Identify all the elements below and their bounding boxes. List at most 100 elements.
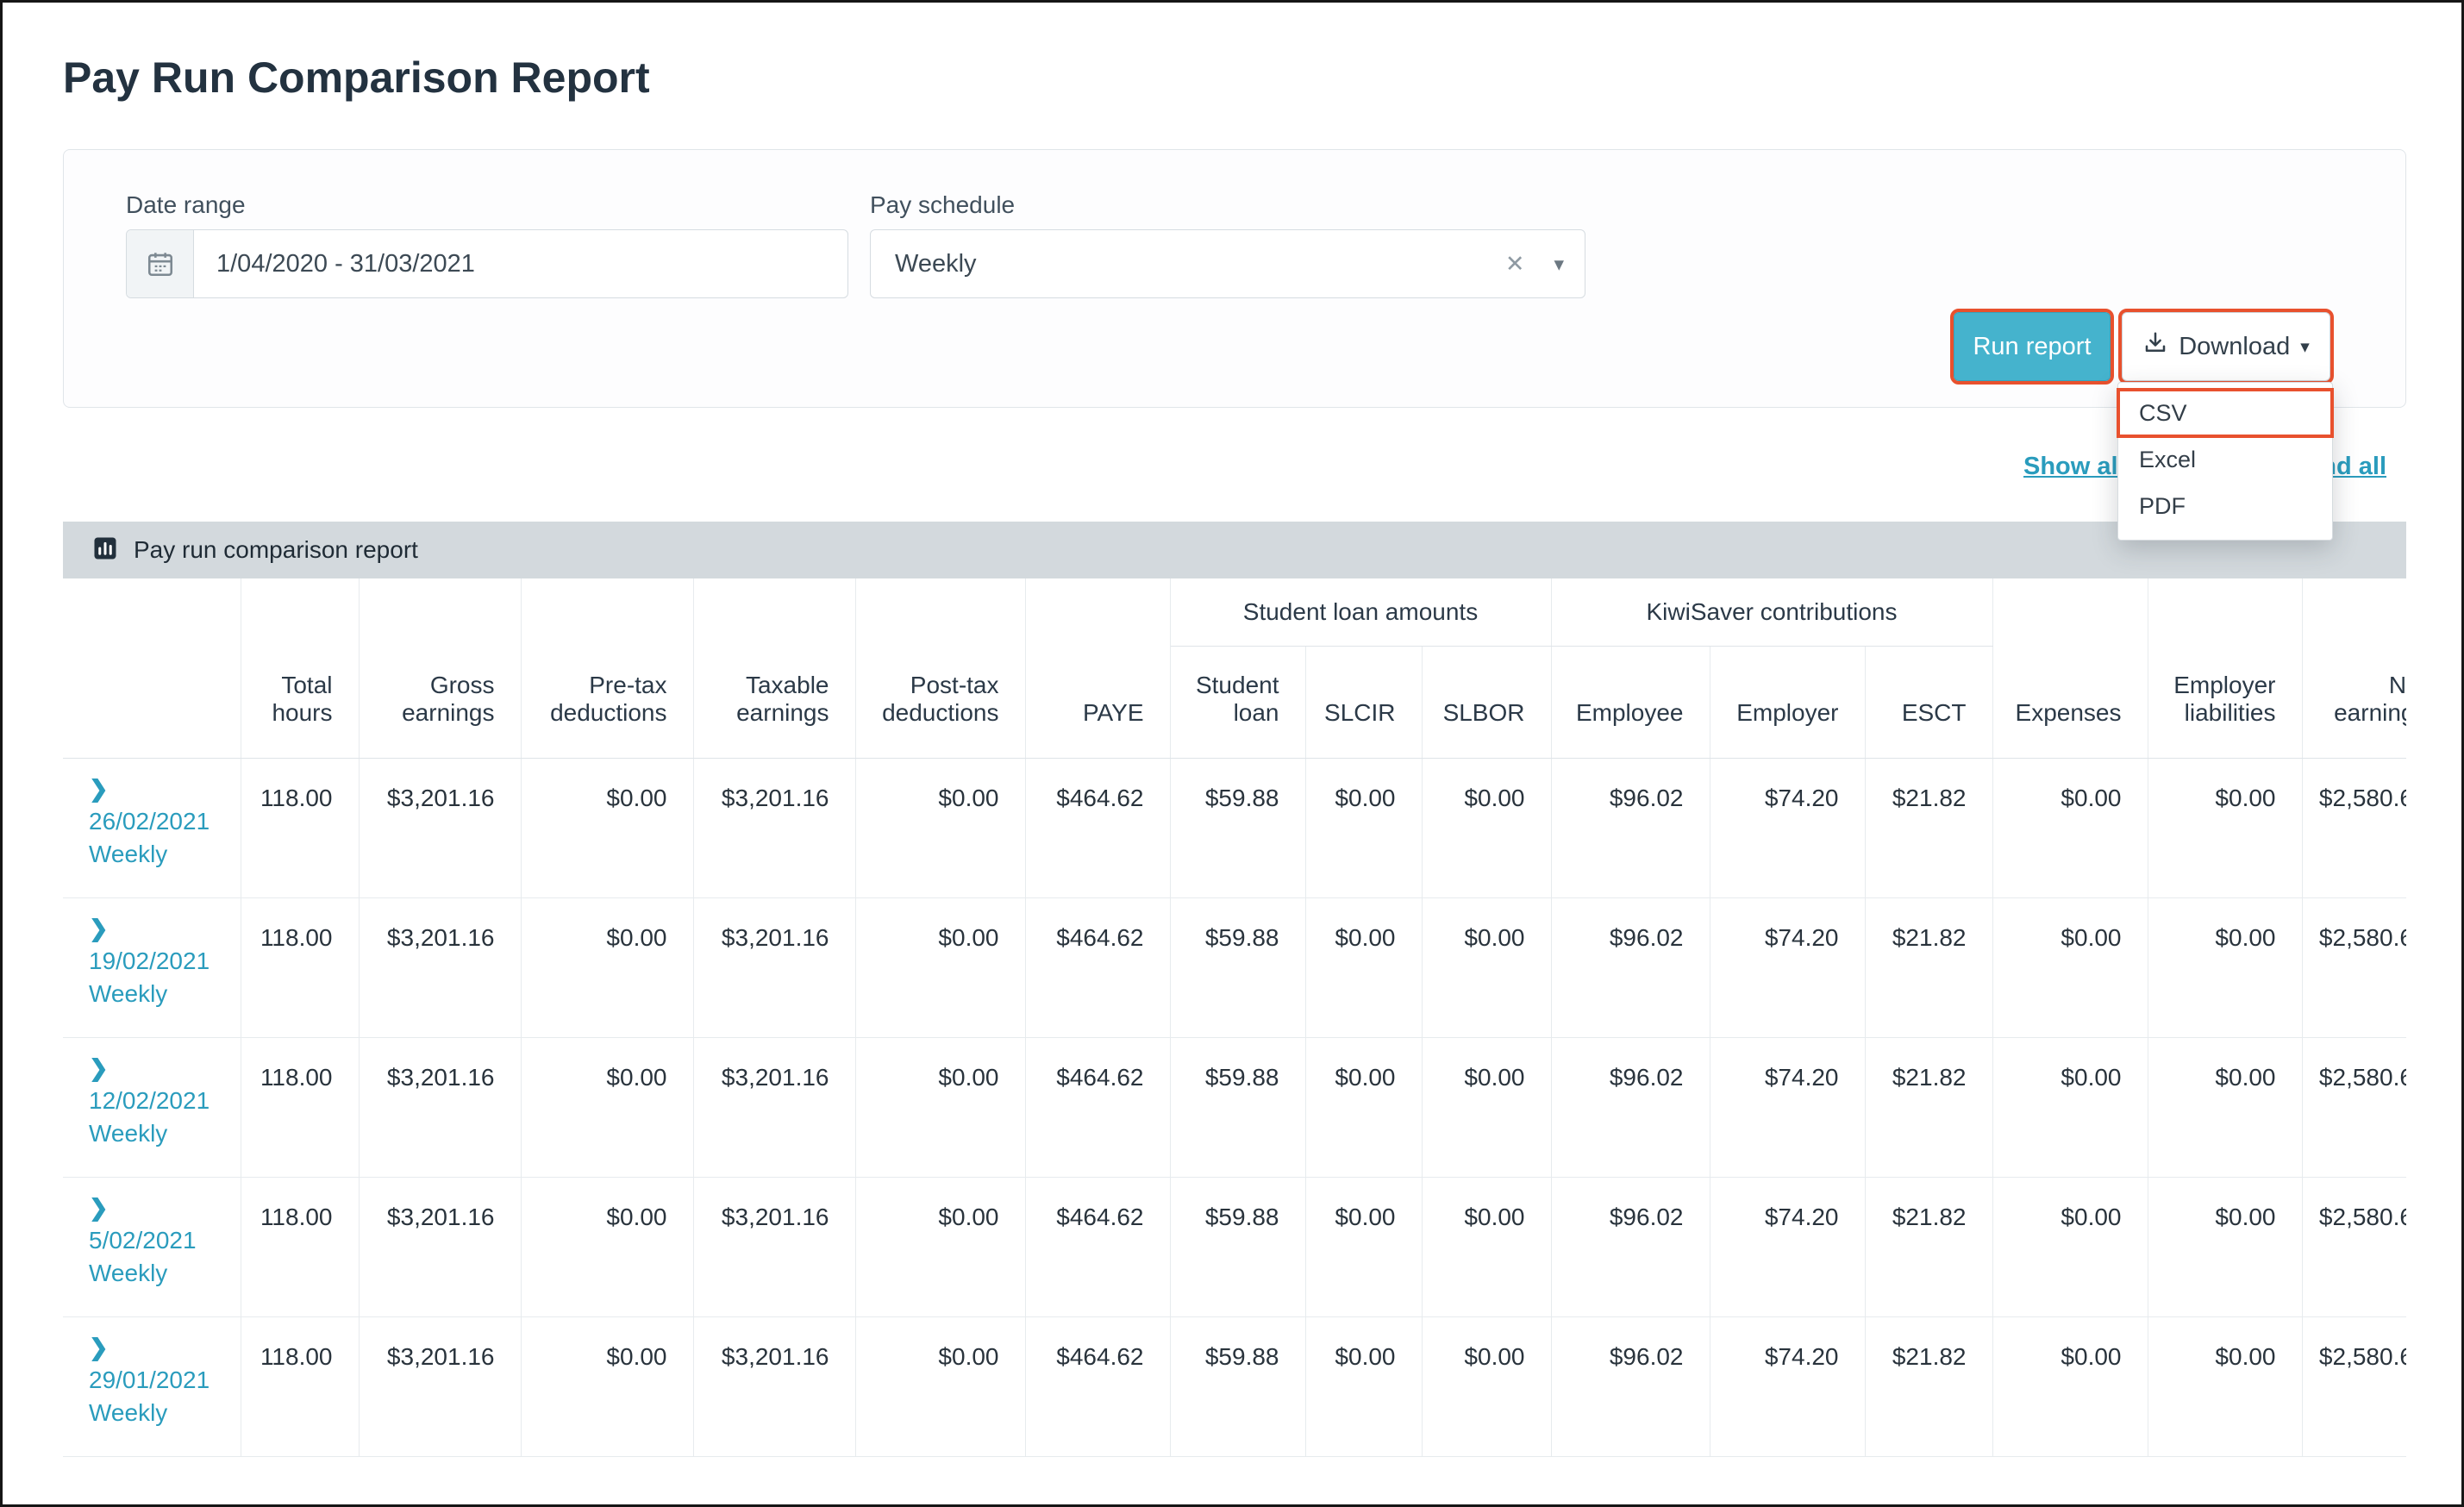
pay-run-cell: ❯12/02/2021Weekly	[63, 1037, 241, 1177]
expand-chevron-icon[interactable]: ❯	[89, 1331, 232, 1364]
expand-chevron-icon[interactable]: ❯	[89, 1052, 232, 1085]
expand-chevron-icon[interactable]: ❯	[89, 772, 232, 805]
download-menu-item-pdf[interactable]: PDF	[2118, 483, 2332, 529]
table-cell: $0.00	[2148, 1316, 2302, 1456]
table-cell: 118.00	[241, 1316, 359, 1456]
column-header: SLBOR	[1422, 646, 1551, 758]
column-header: Student loan	[1170, 646, 1305, 758]
column-header: Expenses	[1992, 578, 2148, 758]
pay-run-date-link[interactable]: 12/02/2021	[89, 1085, 232, 1117]
table-cell: $3,201.16	[693, 897, 855, 1037]
pay-run-schedule-link[interactable]: Weekly	[89, 1117, 232, 1150]
date-range-field	[126, 229, 848, 298]
table-cell: $59.88	[1170, 1037, 1305, 1177]
table-cell: 118.00	[241, 1037, 359, 1177]
download-button[interactable]: Download ▾	[2122, 312, 2330, 381]
table-cell: $21.82	[1865, 758, 1992, 897]
report-table-container: Total hoursGross earningsPre-tax deducti…	[63, 578, 2406, 1458]
report-icon	[92, 535, 118, 566]
expand-chevron-icon[interactable]: ❯	[89, 1191, 232, 1224]
table-cell: $0.00	[521, 1316, 693, 1456]
column-header: ESCT	[1865, 646, 1992, 758]
table-cell: $0.00	[521, 897, 693, 1037]
show-all-link[interactable]: Show all	[2023, 453, 2125, 481]
chevron-down-icon[interactable]: ▾	[1554, 253, 1564, 276]
table-cell: $59.88	[1170, 758, 1305, 897]
download-menu-item-csv[interactable]: CSV	[2118, 390, 2332, 436]
table-cell: $3,201.16	[693, 1316, 855, 1456]
column-header: Employer liabilities	[2148, 578, 2302, 758]
download-menu: CSVExcelPDF	[2117, 382, 2333, 541]
table-cell: $96.02	[1551, 1177, 1710, 1316]
table-cell: $464.62	[1025, 1177, 1170, 1316]
pay-run-schedule-link[interactable]: Weekly	[89, 1397, 232, 1429]
table-cell: $96.02	[1551, 1316, 1710, 1456]
column-header: Employee	[1551, 646, 1710, 758]
table-cell: $21.82	[1865, 1037, 1992, 1177]
table-cell: $96.02	[1551, 897, 1710, 1037]
date-range-input[interactable]	[194, 230, 847, 297]
run-report-button[interactable]: Run report	[1954, 312, 2111, 381]
pay-run-schedule-link[interactable]: Weekly	[89, 1257, 232, 1290]
filter-panel: Date range Pay schedule Weekly ✕ ▾ Run r…	[63, 149, 2406, 408]
table-row: ❯26/02/2021Weekly118.00$3,201.16$0.00$3,…	[63, 758, 2406, 897]
pay-run-date-link[interactable]: 19/02/2021	[89, 945, 232, 978]
table-cell: $0.00	[521, 758, 693, 897]
table-cell: $0.00	[855, 758, 1025, 897]
table-cell: $3,201.16	[359, 1316, 521, 1456]
report-table: Total hoursGross earningsPre-tax deducti…	[63, 578, 2406, 1457]
table-cell: 118.00	[241, 897, 359, 1037]
table-cell: $0.00	[1992, 758, 2148, 897]
table-cell: $0.00	[1992, 1316, 2148, 1456]
table-cell: $0.00	[521, 1037, 693, 1177]
calendar-icon[interactable]	[127, 230, 194, 297]
table-cell: $59.88	[1170, 1177, 1305, 1316]
column-header: Post-tax deductions	[855, 578, 1025, 758]
page: Pay Run Comparison Report Date range Pay…	[0, 0, 2464, 1507]
table-cell: $0.00	[1422, 1037, 1551, 1177]
expand-chevron-icon[interactable]: ❯	[89, 912, 232, 945]
table-cell: $0.00	[2148, 1037, 2302, 1177]
column-group-header: KiwiSaver contributions	[1551, 578, 1992, 646]
table-cell: $0.00	[855, 897, 1025, 1037]
clear-icon[interactable]: ✕	[1505, 251, 1525, 278]
table-cell: $0.00	[1422, 758, 1551, 897]
table-cell: $464.62	[1025, 758, 1170, 897]
table-cell: $0.00	[855, 1316, 1025, 1456]
table-cell: $3,201.16	[359, 897, 521, 1037]
pay-run-date-link[interactable]: 26/02/2021	[89, 805, 232, 838]
pay-schedule-select[interactable]: Weekly ✕ ▾	[870, 229, 1585, 298]
table-cell: $0.00	[1992, 897, 2148, 1037]
table-cell: $0.00	[1992, 1177, 2148, 1316]
table-cell: $3,201.16	[359, 1037, 521, 1177]
table-cell: $21.82	[1865, 1177, 1992, 1316]
pay-run-cell: ❯5/02/2021Weekly	[63, 1177, 241, 1316]
table-cell: $0.00	[1422, 897, 1551, 1037]
pay-run-date-link[interactable]: 29/01/2021	[89, 1364, 232, 1397]
pay-run-cell: ❯19/02/2021Weekly	[63, 897, 241, 1037]
table-cell: $0.00	[1305, 1177, 1422, 1316]
download-button-label: Download	[2179, 333, 2290, 361]
pay-run-schedule-link[interactable]: Weekly	[89, 978, 232, 1010]
table-cell: $464.62	[1025, 1316, 1170, 1456]
column-header: Gross earnings	[359, 578, 521, 758]
report-title: Pay run comparison report	[134, 536, 418, 564]
page-title: Pay Run Comparison Report	[63, 53, 650, 103]
table-cell: $3,201.16	[693, 1177, 855, 1316]
table-row: ❯12/02/2021Weekly118.00$3,201.16$0.00$3,…	[63, 1037, 2406, 1177]
pay-run-date-link[interactable]: 5/02/2021	[89, 1224, 232, 1257]
table-row: ❯29/01/2021Weekly118.00$3,201.16$0.00$3,…	[63, 1316, 2406, 1456]
column-header: Employer	[1710, 646, 1865, 758]
download-menu-item-excel[interactable]: Excel	[2118, 436, 2332, 483]
table-cell: $74.20	[1710, 758, 1865, 897]
column-group-header: Student loan amounts	[1170, 578, 1551, 646]
pay-run-schedule-link[interactable]: Weekly	[89, 838, 232, 871]
table-cell: $2,580.64	[2302, 897, 2406, 1037]
table-cell: $21.82	[1865, 1316, 1992, 1456]
table-cell: $74.20	[1710, 1316, 1865, 1456]
table-cell: $0.00	[1305, 758, 1422, 897]
pay-schedule-value: Weekly	[895, 250, 1505, 278]
column-header: Pre-tax deductions	[521, 578, 693, 758]
table-cell: $0.00	[855, 1177, 1025, 1316]
table-cell: $0.00	[521, 1177, 693, 1316]
